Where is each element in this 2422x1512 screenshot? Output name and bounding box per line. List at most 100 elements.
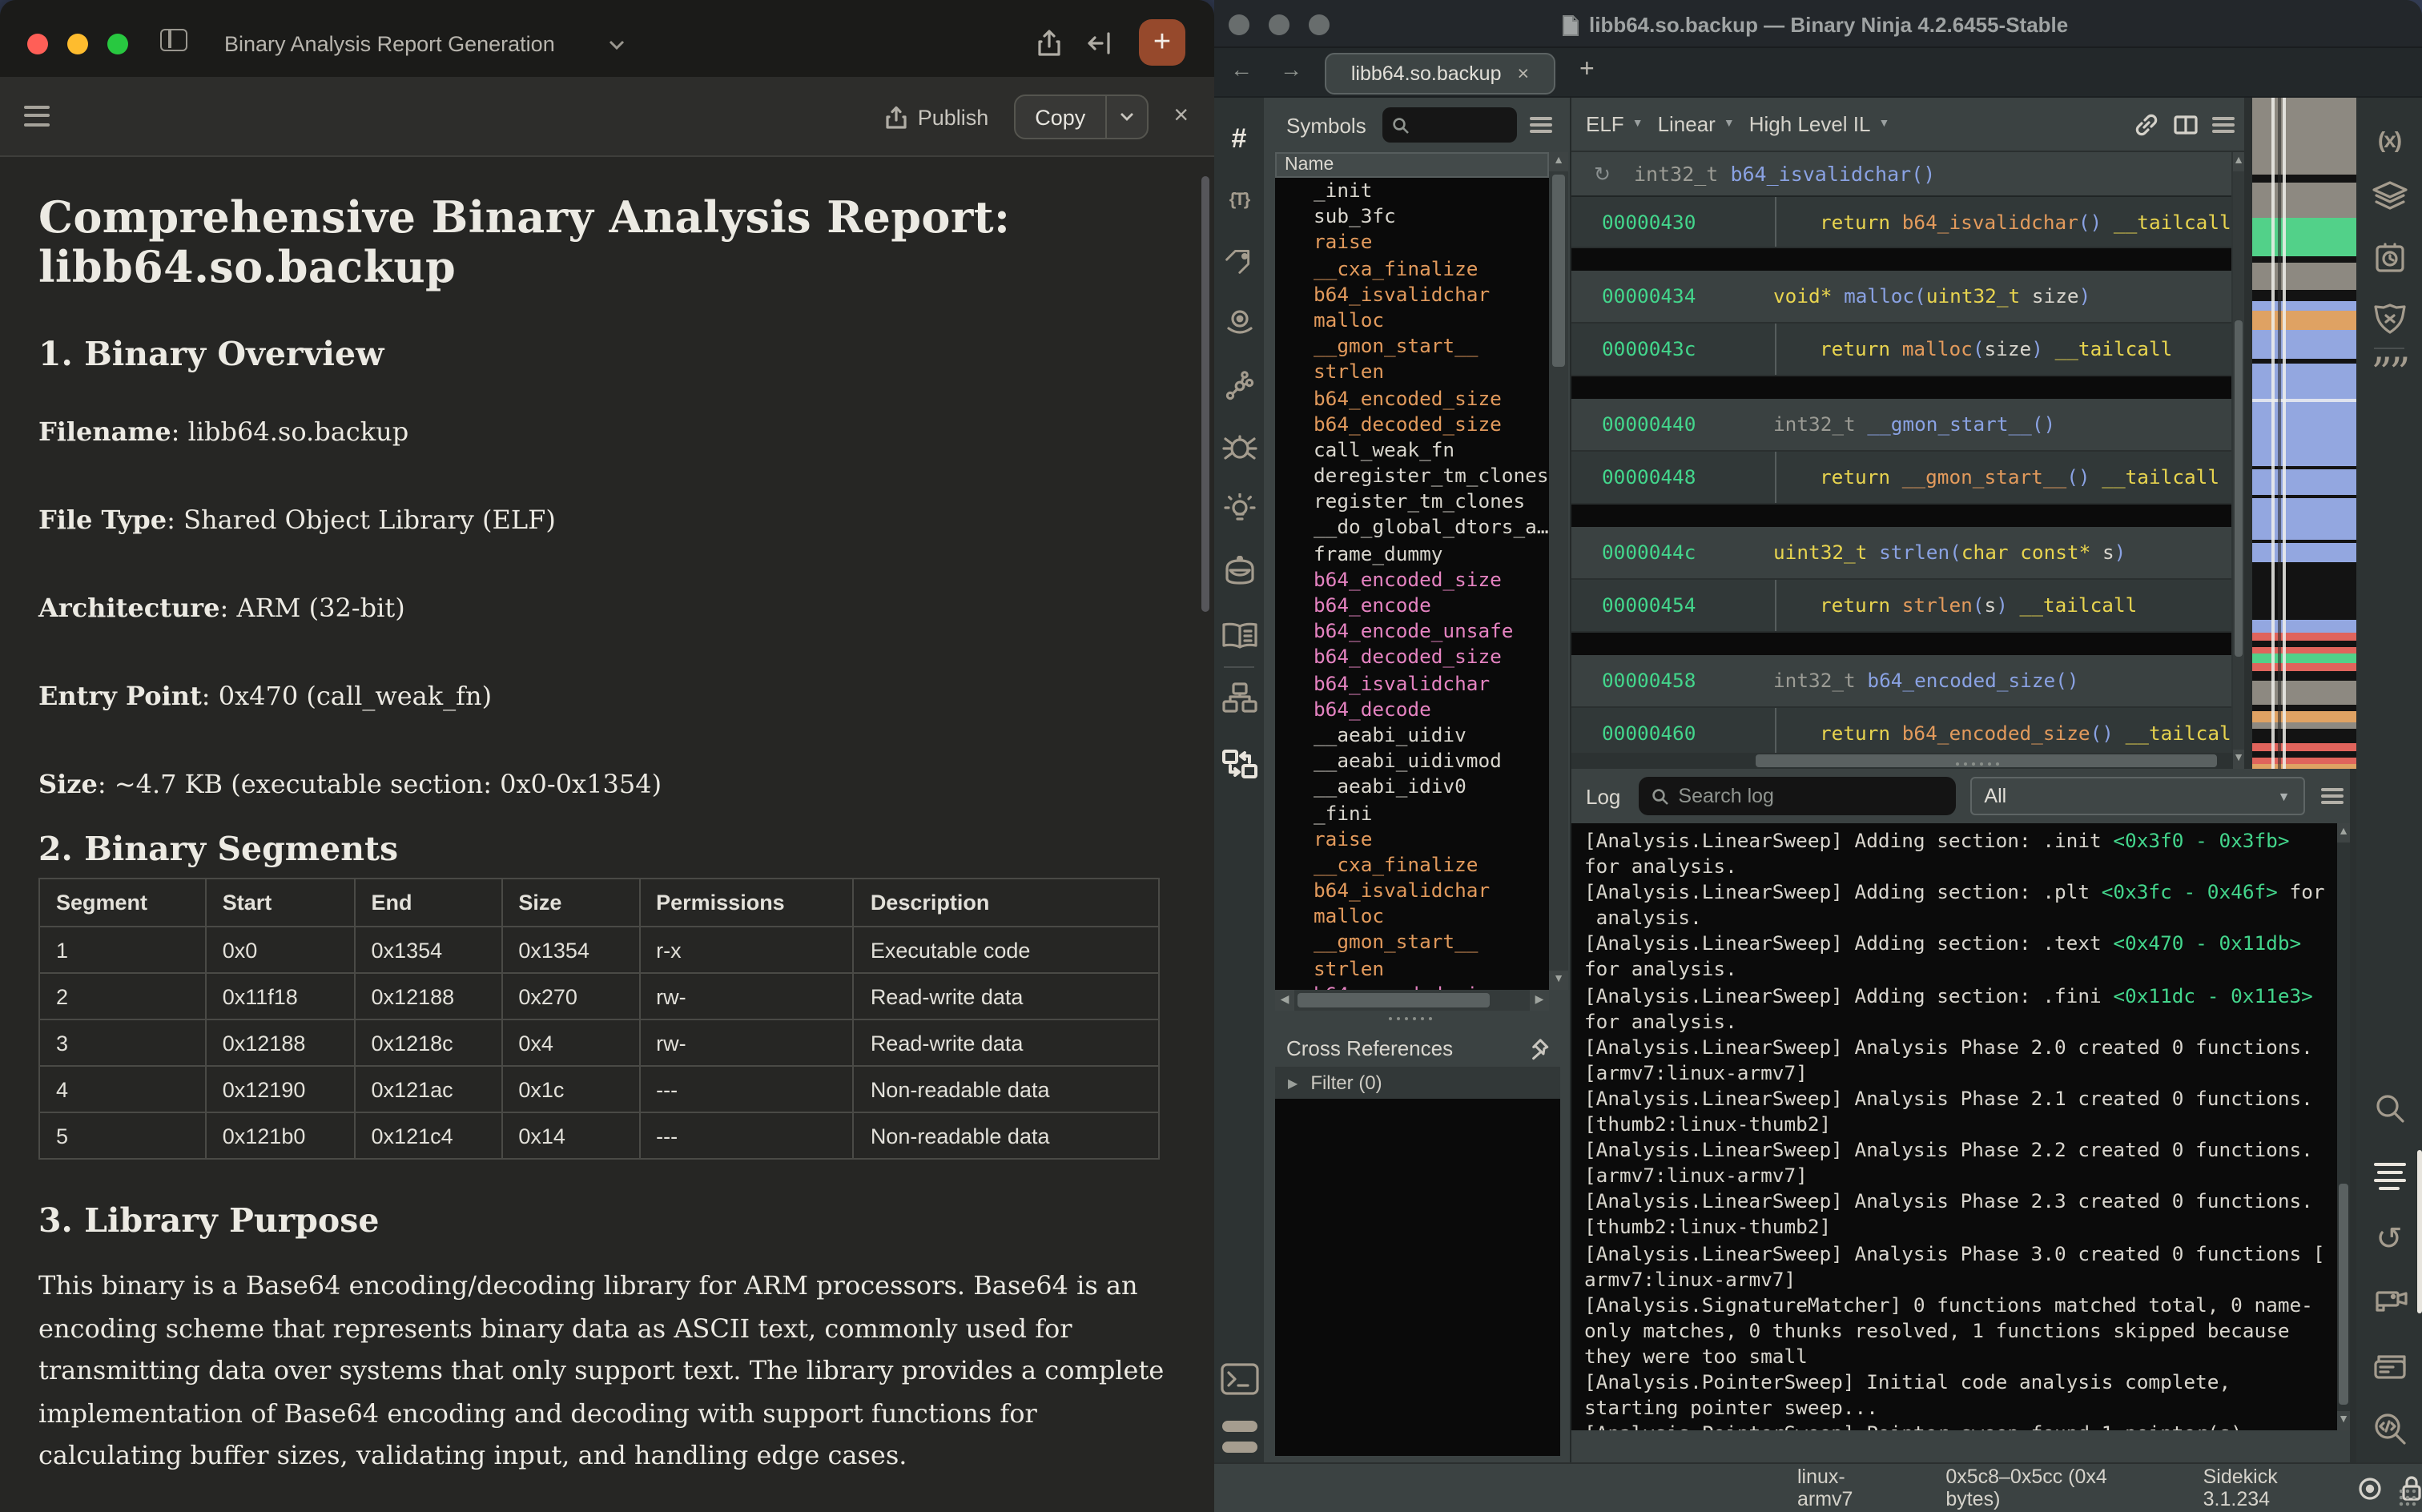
record-status-icon[interactable]	[2358, 1476, 2382, 1500]
zoom-traffic-button[interactable]	[107, 34, 128, 54]
scroll-up-icon[interactable]: ▲	[2233, 152, 2244, 171]
share-icon[interactable]	[1036, 28, 1062, 57]
variables-icon[interactable]: (x)	[2356, 127, 2422, 152]
symbol-item[interactable]: b64_isvalidchar	[1275, 670, 1549, 696]
documentation-icon[interactable]	[1214, 621, 1264, 650]
scroll-down-icon[interactable]: ▼	[2337, 1411, 2350, 1430]
disassembly-line[interactable]: 00000448return __gmon_start__() __tailca…	[1571, 452, 2231, 505]
sticky-function-header[interactable]: ↻ int32_t b64_isvalidchar()	[1571, 152, 2231, 197]
resize-grip[interactable]	[2398, 1488, 2417, 1507]
close-artifact-button[interactable]: ×	[1173, 103, 1189, 131]
symbols-menu-icon[interactable]	[1530, 112, 1552, 138]
symbol-item[interactable]: __aeabi_uidivmod	[1275, 748, 1549, 774]
scroll-up-icon[interactable]: ▲	[1549, 152, 1568, 171]
symbol-item[interactable]: b64_isvalidchar	[1275, 878, 1549, 903]
view-options-icon[interactable]	[2212, 112, 2235, 138]
symbol-item[interactable]: sub_3fc	[1275, 203, 1549, 229]
workflow-swap-icon[interactable]	[1214, 748, 1264, 780]
log-sidebar-icon[interactable]	[2356, 1158, 2422, 1194]
symbol-item[interactable]: b64_decode	[1275, 697, 1549, 722]
disassembly-line[interactable]: 00000440int32_t __gmon_start__()	[1571, 399, 2231, 452]
symbol-item[interactable]: b64_decoded_size	[1275, 411, 1549, 436]
symbol-item[interactable]: b64_decoded_size	[1275, 645, 1549, 670]
find-icon[interactable]	[2356, 1092, 2422, 1124]
disassembly-line[interactable]: 00000460return b64_encoded_size() __tail…	[1571, 708, 2231, 753]
symbols-sidebar-icon[interactable]: #	[1214, 123, 1264, 155]
log-search-input[interactable]: Search log	[1638, 777, 1955, 815]
address[interactable]: 0000044c	[1602, 527, 1696, 580]
symbol-item[interactable]: strlen	[1275, 360, 1549, 385]
copy-dropdown[interactable]	[1106, 112, 1146, 122]
new-chat-button[interactable]: +	[1139, 19, 1185, 66]
disassembly-line[interactable]: 0000043creturn malloc(size) __tailcall	[1571, 324, 2231, 376]
scroll-down-icon[interactable]: ▼	[2233, 750, 2244, 769]
log-menu-icon[interactable]	[2320, 783, 2343, 809]
stack-layers-icon[interactable]	[2356, 181, 2422, 213]
symbol-item[interactable]: call_weak_fn	[1275, 437, 1549, 463]
symbol-item[interactable]: __gmon_start__	[1275, 333, 1549, 359]
sidekick-bot-icon[interactable]	[1214, 556, 1264, 588]
split-view-icon[interactable]	[2174, 114, 2198, 136]
symbol-item[interactable]: malloc	[1275, 308, 1549, 333]
scroll-right-icon[interactable]: ▶	[1530, 990, 1549, 1011]
document-scrollbar[interactable]	[1201, 176, 1209, 612]
symbol-item[interactable]: b64_isvalidchar	[1275, 282, 1549, 308]
types-sidebar-icon[interactable]: {T}	[1214, 191, 1264, 210]
log-vertical-scrollbar[interactable]: ▲ ▼	[2337, 823, 2350, 1430]
symbol-item[interactable]: raise	[1275, 230, 1549, 255]
panel-pill-top[interactable]	[1222, 1421, 1257, 1432]
address[interactable]: 00000458	[1602, 655, 1696, 708]
symbols-vertical-scrollbar[interactable]: ▲ ▼	[1549, 152, 1568, 990]
symbols-column-header[interactable]: Name	[1275, 152, 1549, 178]
possible-value-set-icon[interactable]	[1214, 493, 1264, 525]
il-level-selector[interactable]: High Level IL▼	[1749, 112, 1890, 136]
code-search-icon[interactable]	[2356, 1411, 2422, 1446]
call-graph-icon[interactable]	[1214, 370, 1264, 402]
address[interactable]: 00000460	[1602, 708, 1696, 753]
address[interactable]: 00000430	[1602, 197, 1696, 248]
forward-button[interactable]: →	[1280, 56, 1302, 82]
back-button[interactable]: ←	[1230, 56, 1253, 82]
publish-button[interactable]: Publish	[886, 105, 989, 129]
symbol-item[interactable]: __do_global_dtors_a…	[1275, 515, 1549, 541]
minimize-traffic-button[interactable]	[67, 34, 88, 54]
address[interactable]: 00000434	[1602, 271, 1696, 324]
artifact-document[interactable]: Comprehensive Binary Analysis Report: li…	[0, 159, 1214, 1512]
new-tab-button[interactable]: +	[1579, 56, 1595, 85]
symbol-item[interactable]: malloc	[1275, 904, 1549, 930]
history-icon[interactable]: ↺	[2356, 1219, 2422, 1259]
terminal-icon[interactable]	[1214, 1363, 1264, 1395]
disassembly-line[interactable]: 00000430return b64_isvalidchar() __tailc…	[1571, 197, 2231, 248]
log-filter-dropdown[interactable]: All ▼	[1969, 777, 2304, 815]
symbol-item[interactable]: __aeabi_idiv0	[1275, 774, 1549, 800]
symbol-item[interactable]: _fini	[1275, 800, 1549, 826]
sync-link-icon[interactable]	[2134, 112, 2159, 138]
symbol-item[interactable]: _init	[1275, 178, 1549, 203]
panel-splitter[interactable]	[1389, 1017, 1432, 1020]
symbol-item[interactable]: __aeabi_uidiv	[1275, 722, 1549, 748]
collapse-right-icon[interactable]	[1088, 30, 1113, 55]
archive-stack-icon[interactable]	[2356, 1350, 2422, 1379]
symbol-item[interactable]: b64_encoded_size	[1275, 567, 1549, 593]
symbol-item[interactable]: __gmon_start__	[1275, 930, 1549, 955]
view-vertical-scrollbar[interactable]: ▲ ▼	[2233, 152, 2244, 769]
symbol-item[interactable]: register_tm_clones	[1275, 489, 1549, 515]
sidebar-toggle-icon[interactable]	[160, 29, 187, 51]
scroll-left-icon[interactable]: ◀	[1275, 990, 1294, 1011]
copy-button[interactable]: Copy	[1014, 94, 1148, 139]
tags-icon[interactable]	[1214, 247, 1264, 275]
symbol-item[interactable]: b64_encode_unsafe	[1275, 618, 1549, 644]
tab-libb64[interactable]: libb64.so.backup ×	[1325, 53, 1555, 94]
address[interactable]: 0000043c	[1602, 324, 1696, 376]
xrefs-filter-row[interactable]: ▶ Filter (0)	[1275, 1067, 1560, 1099]
disassembly-line[interactable]: 00000458int32_t b64_encoded_size()	[1571, 655, 2231, 708]
view-type-selector[interactable]: Linear▼	[1658, 112, 1735, 136]
outline-icon[interactable]	[24, 106, 51, 131]
symbol-item[interactable]: b64_encoded_size	[1275, 385, 1549, 411]
format-selector[interactable]: ELF▼	[1586, 112, 1644, 136]
log-splitter[interactable]	[1956, 762, 2422, 766]
conversation-title[interactable]: Binary Analysis Report Generation	[224, 32, 555, 56]
symbol-item[interactable]: raise	[1275, 826, 1549, 851]
scroll-up-icon[interactable]: ▲	[2337, 823, 2350, 842]
symbol-item[interactable]: __cxa_finalize	[1275, 255, 1549, 281]
